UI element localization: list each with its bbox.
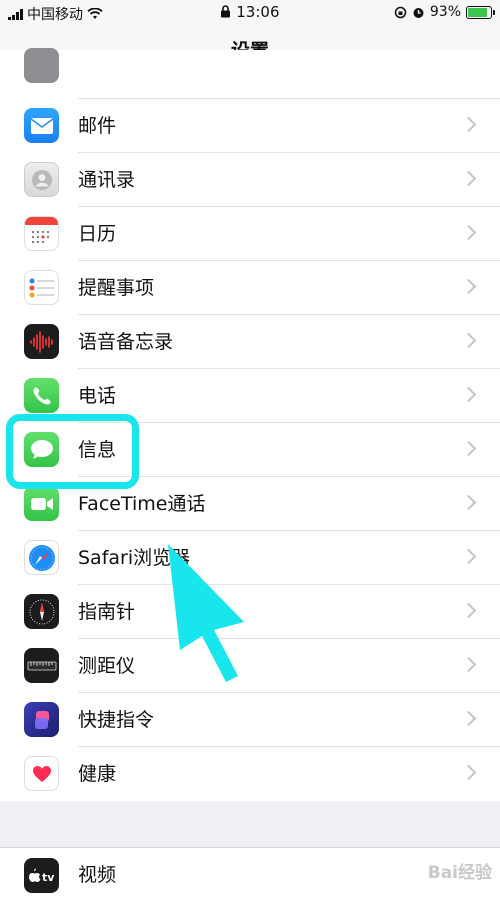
settings-row-compass[interactable]: 指南针 xyxy=(0,585,500,639)
settings-row-voice-memos[interactable]: 语音备忘录 xyxy=(0,315,500,369)
battery-percent: 93% xyxy=(429,4,461,20)
watermark-logo: Bai经验 xyxy=(427,863,492,883)
row-label: 测距仪 xyxy=(78,655,136,677)
chevron-right-icon xyxy=(460,170,477,187)
settings-row-reminders[interactable]: 提醒事项 xyxy=(0,261,500,315)
chevron-right-icon xyxy=(460,116,477,133)
contacts-icon xyxy=(24,162,59,197)
phone-icon xyxy=(24,378,59,413)
row-label: 日历 xyxy=(78,223,117,245)
settings-row-measure[interactable]: 测距仪 xyxy=(0,639,500,693)
chevron-right-icon xyxy=(460,494,477,511)
settings-row-phone[interactable]: 电话 xyxy=(0,369,500,423)
tv-icon: tv xyxy=(24,858,59,893)
row-label: 视频 xyxy=(78,864,117,886)
compass-icon xyxy=(24,594,59,629)
row-label: 快捷指令 xyxy=(78,709,155,731)
settings-row-health[interactable]: 健康 xyxy=(0,747,500,801)
row-label: Safari浏览器 xyxy=(78,547,191,569)
row-label: 通讯录 xyxy=(78,169,136,191)
settings-row-facetime[interactable]: FaceTime通话 xyxy=(0,477,500,531)
settings-row-safari[interactable]: Safari浏览器 xyxy=(0,531,500,585)
facetime-icon xyxy=(24,486,59,521)
row-label: 提醒事项 xyxy=(78,277,155,299)
reminders-icon xyxy=(24,270,59,305)
voice-memos-icon xyxy=(24,324,59,359)
settings-row-mail[interactable]: 邮件 xyxy=(0,99,500,153)
alarm-icon xyxy=(413,7,424,18)
lock-icon xyxy=(221,5,231,18)
settings-row-shortcuts[interactable]: 快捷指令 xyxy=(0,693,500,747)
settings-row-contacts[interactable]: 通讯录 xyxy=(0,153,500,207)
chevron-right-icon xyxy=(460,440,477,457)
mail-icon xyxy=(24,108,59,143)
passwords-icon xyxy=(24,48,59,83)
status-right: 93% xyxy=(394,4,495,20)
safari-icon xyxy=(24,540,59,575)
row-label: 电话 xyxy=(78,385,117,407)
row-label: 邮件 xyxy=(78,115,117,137)
list-item-partial[interactable] xyxy=(0,48,500,99)
measure-icon xyxy=(24,648,59,683)
settings-row-messages[interactable]: 信息 xyxy=(0,423,500,477)
calendar-icon xyxy=(24,216,59,251)
chevron-right-icon xyxy=(460,656,477,673)
row-label: 健康 xyxy=(78,763,117,785)
chevron-right-icon xyxy=(460,386,477,403)
chevron-right-icon xyxy=(460,764,477,781)
rotation-lock-icon xyxy=(394,6,407,18)
messages-icon xyxy=(24,432,59,467)
svg-text:tv: tv xyxy=(42,871,55,884)
chevron-right-icon xyxy=(460,710,477,727)
chevron-right-icon xyxy=(460,278,477,295)
chevron-right-icon xyxy=(460,602,477,619)
chevron-right-icon xyxy=(460,332,477,349)
shortcuts-icon xyxy=(24,702,59,737)
status-bar: 中国移动 13:06 93% xyxy=(0,0,500,26)
row-label: 指南针 xyxy=(78,601,136,623)
chevron-right-icon xyxy=(460,224,477,241)
settings-row-calendar[interactable]: 日历 xyxy=(0,207,500,261)
chevron-right-icon xyxy=(460,548,477,565)
health-icon xyxy=(24,756,59,791)
settings-row-tv[interactable]: tv 视频 xyxy=(0,847,500,902)
row-label: 信息 xyxy=(78,439,117,461)
clock: 13:06 xyxy=(236,3,280,21)
row-label: 语音备忘录 xyxy=(78,331,174,353)
row-label: FaceTime通话 xyxy=(78,493,206,515)
battery-icon xyxy=(466,5,495,19)
